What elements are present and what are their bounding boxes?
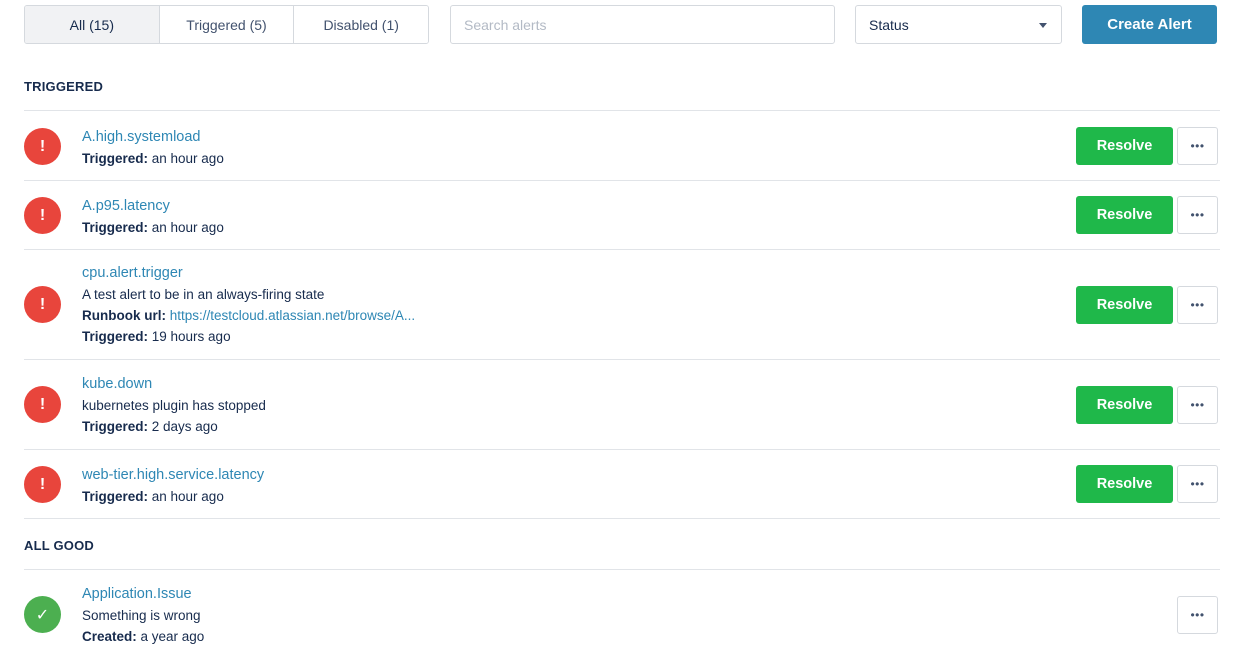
alert-description: A test alert to be in an always-firing s… bbox=[82, 287, 325, 302]
section-title-triggered: TRIGGERED bbox=[24, 79, 104, 94]
alert-name-link[interactable]: cpu.alert.trigger bbox=[82, 263, 415, 284]
alert-name-link[interactable]: Application.Issue bbox=[82, 584, 204, 605]
alert-details: cpu.alert.trigger A test alert to be in … bbox=[82, 263, 415, 347]
alert-details: kube.down kubernetes plugin has stopped … bbox=[82, 374, 266, 437]
resolve-button[interactable]: Resolve bbox=[1076, 386, 1173, 424]
alert-triggered-icon: ! bbox=[24, 286, 61, 323]
alert-triggered-time: Triggered: an hour ago bbox=[82, 489, 224, 504]
divider bbox=[24, 359, 1220, 360]
resolve-button[interactable]: Resolve bbox=[1076, 286, 1173, 324]
alert-triggered-time: Triggered: an hour ago bbox=[82, 151, 224, 166]
alert-details: A.p95.latency Triggered: an hour ago bbox=[82, 196, 224, 238]
tab-disabled[interactable]: Disabled (1) bbox=[294, 6, 428, 43]
alert-triggered-time: Triggered: an hour ago bbox=[82, 220, 224, 235]
alert-details: A.high.systemload Triggered: an hour ago bbox=[82, 127, 224, 169]
resolve-button[interactable]: Resolve bbox=[1076, 196, 1173, 234]
more-options-button[interactable]: ••• bbox=[1177, 596, 1218, 634]
section-title-all-good: ALL GOOD bbox=[24, 538, 94, 553]
create-alert-button[interactable]: Create Alert bbox=[1082, 5, 1217, 44]
more-options-button[interactable]: ••• bbox=[1177, 127, 1218, 165]
search-input[interactable] bbox=[450, 5, 835, 44]
divider bbox=[24, 518, 1220, 519]
alert-details: web-tier.high.service.latency Triggered:… bbox=[82, 465, 264, 507]
divider bbox=[24, 110, 1220, 111]
more-icon: ••• bbox=[1190, 208, 1205, 222]
more-icon: ••• bbox=[1190, 608, 1205, 622]
alert-description: Something is wrong bbox=[82, 608, 201, 623]
alert-name-link[interactable]: web-tier.high.service.latency bbox=[82, 465, 264, 486]
status-dropdown-label: Status bbox=[869, 16, 909, 33]
runbook-link[interactable]: https://testcloud.atlassian.net/browse/A… bbox=[170, 308, 415, 323]
check-icon: ✓ bbox=[24, 596, 61, 633]
divider bbox=[24, 569, 1220, 570]
filter-tabs: All (15) Triggered (5) Disabled (1) bbox=[24, 5, 429, 44]
more-icon: ••• bbox=[1190, 398, 1205, 412]
resolve-button[interactable]: Resolve bbox=[1076, 127, 1173, 165]
more-options-button[interactable]: ••• bbox=[1177, 386, 1218, 424]
status-dropdown[interactable]: Status bbox=[855, 5, 1062, 44]
alert-name-link[interactable]: kube.down bbox=[82, 374, 266, 395]
tab-all[interactable]: All (15) bbox=[25, 6, 160, 43]
more-icon: ••• bbox=[1190, 139, 1205, 153]
more-options-button[interactable]: ••• bbox=[1177, 196, 1218, 234]
divider bbox=[24, 180, 1220, 181]
tab-triggered[interactable]: Triggered (5) bbox=[159, 6, 295, 43]
alert-description: kubernetes plugin has stopped bbox=[82, 398, 266, 413]
chevron-down-icon bbox=[1039, 23, 1047, 28]
alert-created-time: Created: a year ago bbox=[82, 629, 205, 644]
more-options-button[interactable]: ••• bbox=[1177, 465, 1218, 503]
alert-triggered-time: Triggered: 2 days ago bbox=[82, 419, 218, 434]
alert-triggered-icon: ! bbox=[24, 386, 61, 423]
alert-name-link[interactable]: A.p95.latency bbox=[82, 196, 224, 217]
more-icon: ••• bbox=[1190, 477, 1205, 491]
resolve-button[interactable]: Resolve bbox=[1076, 465, 1173, 503]
alert-triggered-icon: ! bbox=[24, 466, 61, 503]
more-options-button[interactable]: ••• bbox=[1177, 286, 1218, 324]
alert-runbook: Runbook url: https://testcloud.atlassian… bbox=[82, 308, 416, 323]
alert-triggered-icon: ! bbox=[24, 128, 61, 165]
divider bbox=[24, 249, 1220, 250]
divider bbox=[24, 449, 1220, 450]
alert-details: Application.Issue Something is wrong Cre… bbox=[82, 584, 204, 647]
alert-triggered-icon: ! bbox=[24, 197, 61, 234]
more-icon: ••• bbox=[1190, 298, 1205, 312]
alert-name-link[interactable]: A.high.systemload bbox=[82, 127, 224, 148]
alert-triggered-time: Triggered: 19 hours ago bbox=[82, 329, 231, 344]
